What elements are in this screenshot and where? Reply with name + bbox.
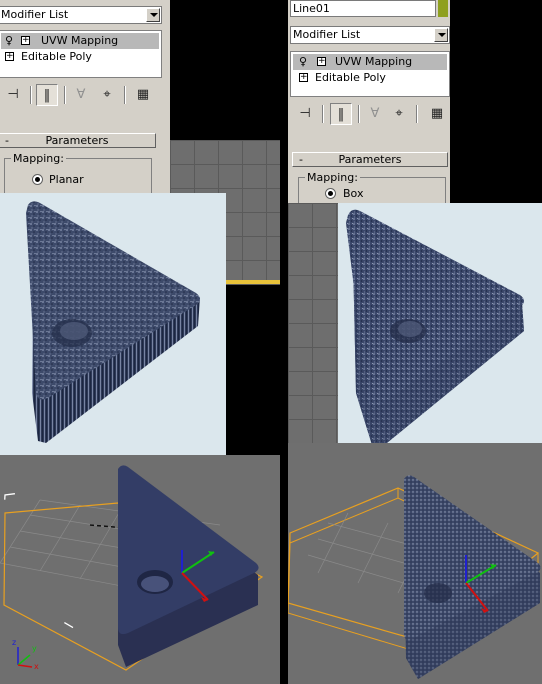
plus-expand-icon[interactable]: + (21, 36, 30, 45)
left-render-view (0, 193, 226, 455)
left-perspective-viewport[interactable]: z y x (0, 455, 280, 684)
mapping-label: Mapping: (11, 152, 66, 165)
light-bulb-icon[interactable]: ♀ (5, 33, 13, 49)
rollout-collapse-icon: - (5, 134, 9, 147)
plus-expand-icon[interactable]: + (317, 57, 326, 66)
right-scene: Line01 Modifier List ♀ + UVW Mapping + E… (288, 0, 542, 684)
stack-item-label: UVW Mapping (41, 34, 119, 47)
left-parameters-rollout[interactable]: - Parameters (0, 133, 156, 148)
object-name-field[interactable]: Line01 (290, 0, 436, 17)
rollout-title: Parameters (338, 153, 402, 166)
light-bulb-icon[interactable]: ♀ (299, 54, 307, 70)
left-modifier-list-dropdown[interactable]: Modifier List (0, 6, 162, 24)
toolbar-separator (64, 86, 66, 104)
show-end-result-icon[interactable]: ‖ (36, 84, 58, 106)
make-unique-icon[interactable]: ∀ (364, 103, 386, 125)
configure-modifier-sets-icon[interactable]: ▦ (132, 84, 154, 106)
box-radio-label: Box (343, 187, 364, 200)
left-render-object (26, 201, 200, 443)
box-radio[interactable] (325, 188, 336, 199)
stack-item-editable-poly[interactable]: + Editable Poly (1, 49, 159, 65)
object-name-value: Line01 (293, 2, 330, 15)
rollout-title: Parameters (45, 134, 109, 147)
modifier-list-label: Modifier List (1, 8, 69, 21)
pin-stack-icon[interactable]: ⊣ (294, 103, 316, 125)
make-unique-icon[interactable]: ∀ (70, 84, 92, 106)
planar-radio[interactable] (32, 174, 43, 185)
stack-item-label: Editable Poly (21, 50, 92, 63)
right-render-object (346, 209, 524, 447)
stack-item-editable-poly[interactable]: + Editable Poly (293, 70, 447, 86)
left-top-viewport-edge (226, 280, 280, 284)
right-modifier-stack[interactable]: ♀ + UVW Mapping + Editable Poly (290, 51, 450, 97)
toolbar-separator (124, 86, 126, 104)
right-command-panel: Line01 Modifier List ♀ + UVW Mapping + E… (288, 0, 450, 217)
right-render-view (338, 203, 542, 455)
svg-text:y: y (32, 644, 37, 653)
right-stack-toolbar: ⊣ ‖ ∀ ⌖ ▦ (288, 101, 450, 129)
plus-expand-icon[interactable]: + (299, 73, 308, 82)
image-divider (280, 0, 288, 684)
right-modifier-list-dropdown[interactable]: Modifier List (290, 26, 450, 44)
left-command-panel: Modifier List ♀ + UVW Mapping + Editable… (0, 0, 170, 203)
configure-modifier-sets-icon[interactable]: ▦ (426, 103, 448, 125)
left-scene: Modifier List ♀ + UVW Mapping + Editable… (0, 0, 280, 684)
svg-text:x: x (34, 662, 39, 671)
left-modifier-stack[interactable]: ♀ + UVW Mapping + Editable Poly (0, 30, 162, 78)
left-stack-toolbar: ⊣ ‖ ∀ ⌖ ▦ (0, 82, 170, 110)
remove-modifier-icon[interactable]: ⌖ (388, 103, 410, 125)
toolbar-separator (416, 105, 418, 123)
toolbar-separator (358, 105, 360, 123)
stack-item-label: Editable Poly (315, 71, 386, 84)
mapping-label: Mapping: (305, 171, 360, 184)
stack-item-uvw-mapping[interactable]: ♀ + UVW Mapping (293, 54, 447, 70)
right-perspective-viewport[interactable] (288, 443, 542, 684)
plus-expand-icon[interactable]: + (5, 52, 14, 61)
left-viewport-scene: z y x (0, 465, 267, 671)
axis-tripod-icon: z y x (12, 638, 39, 671)
right-parameters-rollout[interactable]: - Parameters (292, 152, 448, 167)
remove-modifier-icon[interactable]: ⌖ (96, 84, 118, 106)
stack-item-uvw-mapping[interactable]: ♀ + UVW Mapping (1, 33, 159, 49)
toolbar-separator (322, 105, 324, 123)
svg-text:z: z (12, 638, 16, 647)
stack-item-label: UVW Mapping (335, 55, 413, 68)
pin-stack-icon[interactable]: ⊣ (2, 84, 24, 106)
toolbar-separator (30, 86, 32, 104)
chevron-down-icon[interactable] (146, 8, 160, 22)
right-viewport-scene (288, 475, 541, 679)
show-end-result-icon[interactable]: ‖ (330, 103, 352, 125)
chevron-down-icon[interactable] (434, 28, 448, 42)
rollout-collapse-icon: - (299, 153, 303, 166)
right-back-viewport[interactable] (288, 203, 338, 443)
object-color-swatch[interactable] (438, 0, 448, 17)
planar-radio-label: Planar (49, 173, 84, 186)
modifier-list-label: Modifier List (293, 28, 361, 41)
